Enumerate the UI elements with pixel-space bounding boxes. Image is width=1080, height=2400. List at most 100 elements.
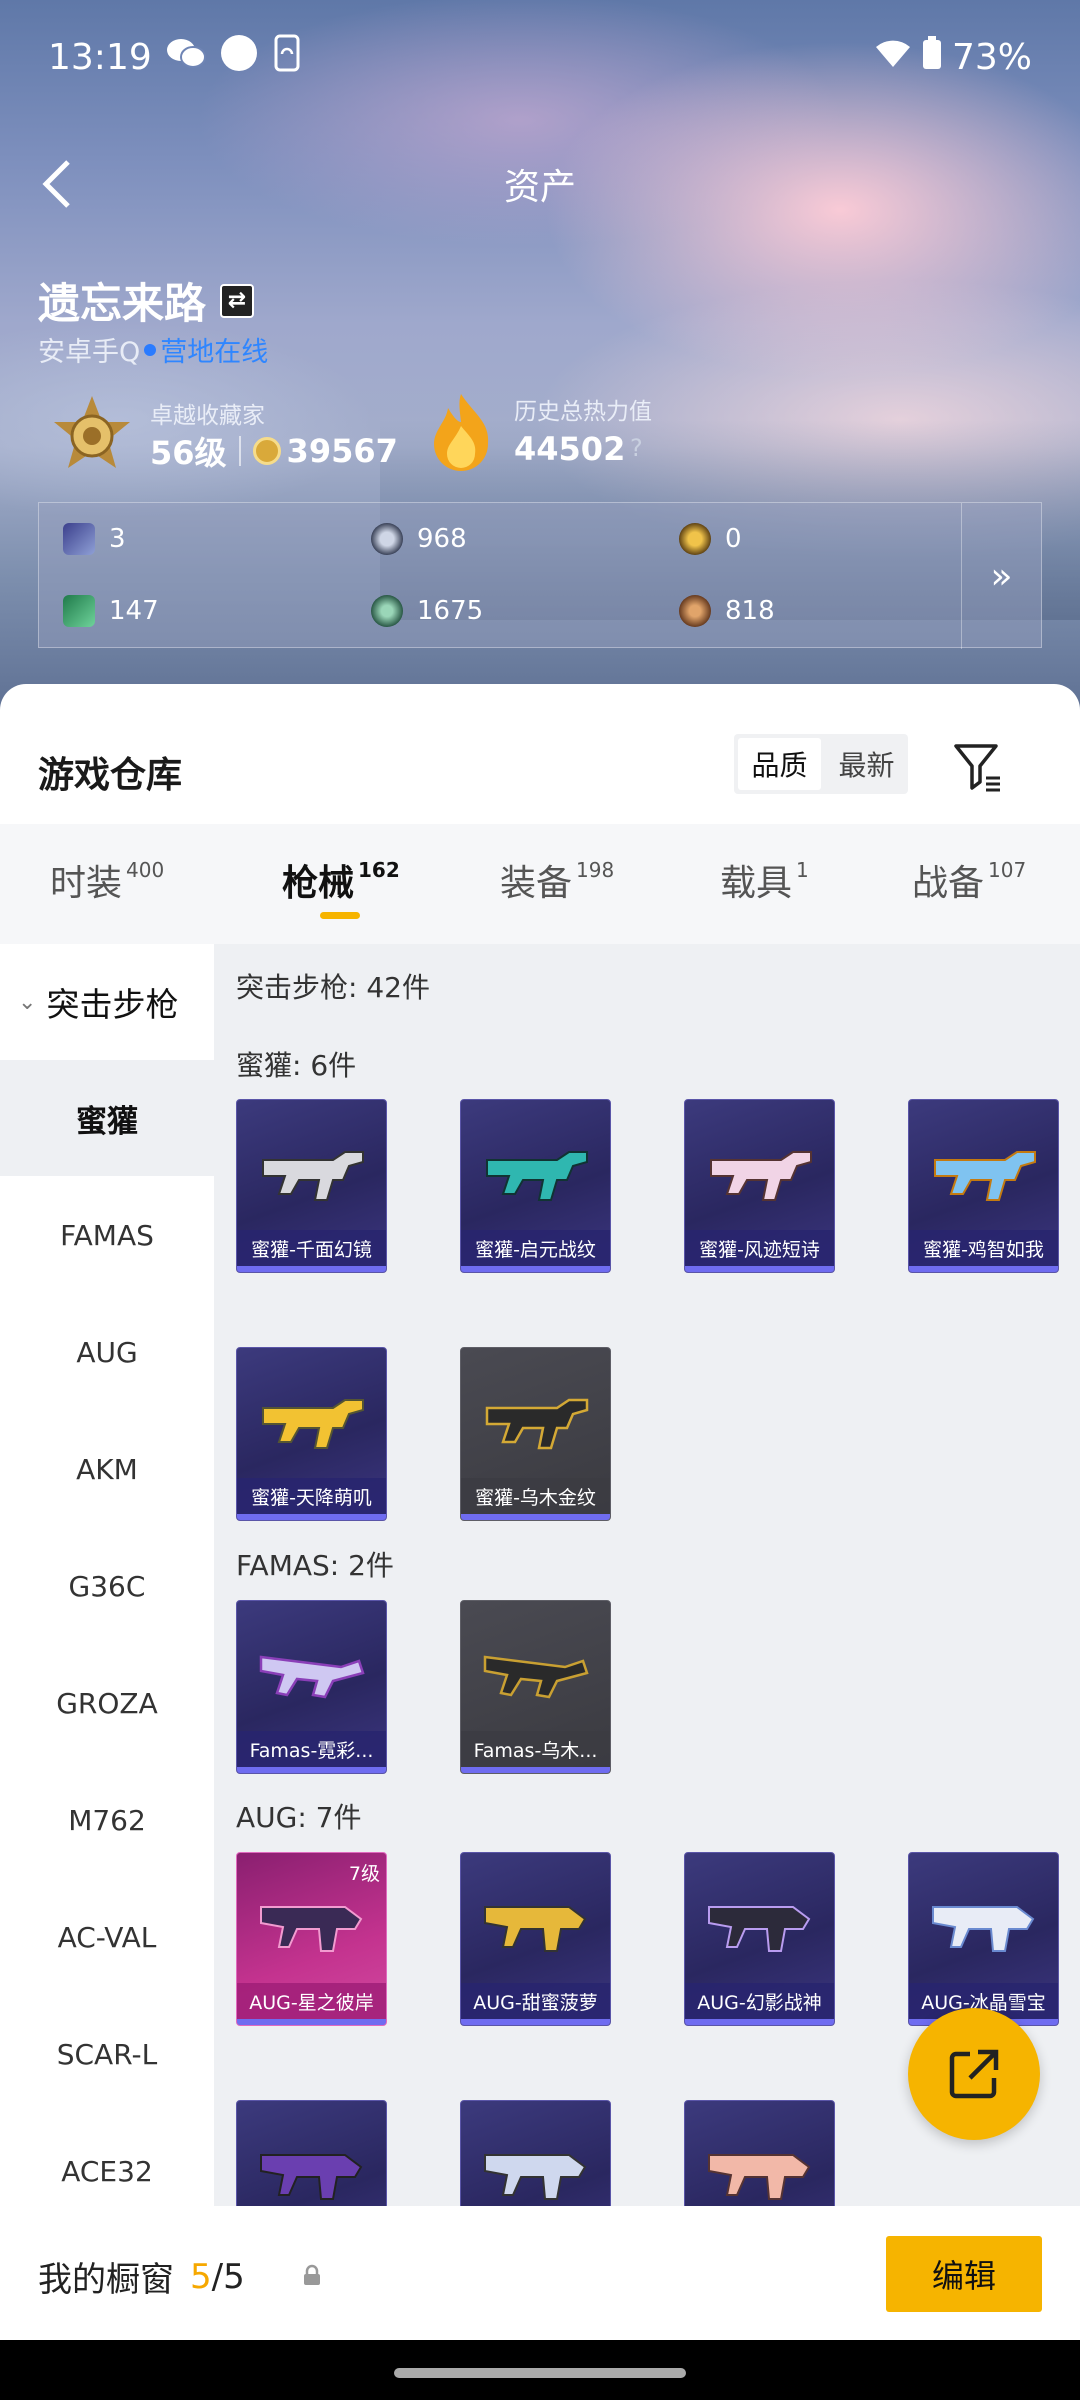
online-status: 营地在线 — [160, 337, 269, 368]
wifi-icon — [874, 37, 912, 78]
tab-equipment[interactable]: 装备 198 — [500, 854, 614, 906]
coin-icon — [252, 437, 281, 465]
stat-item[interactable]: 0 — [679, 523, 742, 555]
ticket-icon — [63, 595, 95, 627]
weapon-card[interactable]: AUG-甜蜜菠萝 — [460, 1852, 611, 2026]
weapon-card[interactable]: 蜜獾-风迹短诗 — [684, 1099, 835, 1273]
rifle-icon — [486, 1151, 588, 1201]
sort-toggle: 品质 最新 — [734, 734, 908, 794]
rifle-icon — [708, 1906, 811, 1952]
weapon-card[interactable]: Famas-霓彩... — [236, 1600, 387, 1774]
sidebar-item-m762[interactable]: M762 — [0, 1762, 214, 1878]
stat-item[interactable]: 1675 — [371, 595, 483, 627]
heat-caption: 历史总热力值 — [514, 399, 652, 425]
stat-item[interactable]: 147 — [63, 595, 159, 627]
rifle-icon — [932, 1906, 1035, 1952]
user-name: 遗忘来路 — [38, 279, 207, 328]
battery-level: 73% — [951, 36, 1032, 78]
page-title: 资产 — [503, 167, 576, 208]
weapon-card[interactable] — [684, 2100, 835, 2206]
tab-costume[interactable]: 时装 400 — [50, 854, 164, 906]
wechat-icon — [166, 36, 206, 79]
lock-icon — [302, 2264, 322, 2286]
weapon-card[interactable]: 蜜獾-鸡智如我 — [908, 1099, 1059, 1273]
user-subtitle: 安卓手Q 营地在线 — [38, 330, 268, 369]
active-tab-indicator — [320, 912, 360, 919]
home-gesture-bar[interactable] — [394, 2368, 686, 2378]
flame-icon — [426, 392, 496, 472]
more-chevron-icon[interactable]: » — [961, 503, 1041, 649]
weapon-card[interactable]: AUG-幻影战神 — [684, 1852, 835, 2026]
sort-newest[interactable]: 最新 — [825, 734, 908, 794]
tab-vehicles[interactable]: 载具 1 — [720, 854, 809, 906]
rifle-icon — [710, 1151, 812, 1201]
battery-icon — [922, 35, 942, 79]
stat-item[interactable]: 3 — [63, 523, 126, 555]
sidebar-item-famas[interactable]: FAMAS — [0, 1177, 214, 1293]
platform: 安卓手Q — [38, 337, 141, 368]
sort-quality[interactable]: 品质 — [738, 738, 821, 790]
showcase-label: 我的橱窗 5/5 — [38, 2256, 245, 2301]
rifle-icon — [485, 1398, 589, 1450]
user-name-row: 遗忘来路 ⇄ — [38, 270, 255, 331]
category-tabs: 时装 400 枪械 162 装备 198 载具 1 战备 107 — [0, 824, 1080, 944]
group-heading: FAMAS: 2件 — [236, 1549, 394, 1582]
showcase-total: 5 — [223, 2256, 245, 2297]
help-icon[interactable]: ? — [630, 434, 643, 462]
sidebar-item-ac-val[interactable]: AC-VAL — [0, 1879, 214, 1995]
tab-gear[interactable]: 战备 107 — [912, 854, 1026, 906]
status-bar-right: 73% — [874, 32, 1032, 82]
phone-sync-icon — [272, 34, 302, 81]
chevron-down-icon: ⌄ — [18, 989, 37, 1015]
weapon-card[interactable]: 蜜獾-乌木金纹 — [460, 1347, 611, 1521]
weapon-card[interactable]: Famas-乌木... — [460, 1600, 611, 1774]
stat-item[interactable]: 818 — [679, 595, 775, 627]
showcase-current: 5 — [190, 2256, 212, 2297]
heat-value: 44502 — [514, 430, 626, 468]
filter-icon[interactable] — [950, 738, 1006, 794]
sidebar-item-scar-l[interactable]: SCAR-L — [0, 1996, 214, 2112]
coin-count: 39567 — [286, 432, 398, 470]
online-dot — [144, 343, 157, 356]
card-icon — [63, 523, 95, 555]
weapon-card[interactable]: 蜜獾-千面幻镜 — [236, 1099, 387, 1273]
sidebar-item-g36c[interactable]: G36C — [0, 1528, 214, 1644]
rank-row: 56级 39567 — [150, 428, 398, 474]
rifle-icon — [260, 1906, 363, 1952]
weapon-card[interactable]: AUG-冰晶雪宝 — [908, 1852, 1059, 2026]
share-button[interactable] — [908, 2008, 1040, 2140]
switch-account-icon[interactable]: ⇄ — [220, 283, 255, 318]
category-header[interactable]: ⌄ 突击步枪 — [0, 944, 214, 1060]
rifle-icon — [262, 1151, 364, 1201]
rifle-icon — [934, 1151, 1036, 1201]
tab-guns[interactable]: 枪械 162 — [282, 854, 400, 906]
weapon-card[interactable] — [236, 2100, 387, 2206]
sidebar-item-akm[interactable]: AKM — [0, 1411, 214, 1527]
status-bar-left: 13:19 — [48, 32, 302, 82]
weapon-card[interactable]: 蜜獾-天降萌叽 — [236, 1347, 387, 1521]
divider — [238, 436, 241, 466]
collector-badge-icon[interactable] — [46, 392, 138, 484]
rifle-icon — [260, 2154, 363, 2200]
gold-token-icon — [679, 523, 711, 555]
rifle-icon — [259, 1655, 365, 1699]
rifle-icon — [483, 1655, 589, 1699]
rifle-icon — [262, 1399, 364, 1449]
category-count: 突击步枪: 42件 — [236, 971, 430, 1004]
rank-level: 56级 — [150, 434, 227, 472]
group-heading: AUG: 7件 — [236, 1801, 362, 1834]
weapon-card[interactable]: 7级 AUG-星之彼岸 — [236, 1852, 387, 2026]
stat-item[interactable]: 968 — [371, 523, 467, 555]
edit-button[interactable]: 编辑 — [886, 2236, 1042, 2312]
sidebar-item-aug[interactable]: AUG — [0, 1294, 214, 1410]
currency-panel: 3 968 0 147 1675 818 » — [38, 502, 1042, 649]
weapon-card[interactable] — [460, 2100, 611, 2206]
rank-caption: 卓越收藏家 — [150, 403, 265, 429]
external-link-icon — [949, 2049, 999, 2099]
group-heading: 蜜獾: 6件 — [236, 1049, 357, 1082]
weapon-card[interactable]: 蜜獾-启元战纹 — [460, 1099, 611, 1273]
circle-icon — [220, 34, 258, 81]
green-orb-icon — [371, 595, 403, 627]
sidebar-item-groza[interactable]: GROZA — [0, 1645, 214, 1761]
sidebar-item-honey-badger[interactable]: 蜜獾 — [0, 1060, 214, 1176]
